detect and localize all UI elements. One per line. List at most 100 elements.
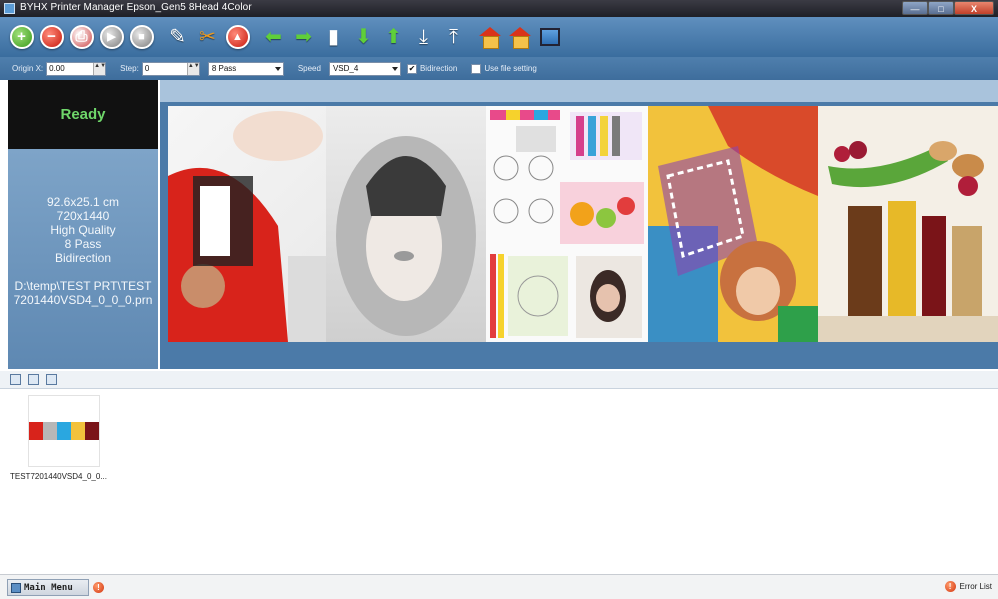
spin-arrows-icon[interactable]: ▲▼ <box>93 62 106 75</box>
monitor-button[interactable] <box>536 24 563 51</box>
chevron-down-icon <box>391 66 398 71</box>
preview-panel-woman-colorful <box>648 106 818 342</box>
printer-manager-window: { "window": { "title": "BYHX Printer Man… <box>0 0 998 599</box>
monitor-icon <box>539 28 560 46</box>
file-list-toolbar <box>0 371 998 389</box>
close-button[interactable]: X <box>954 1 994 15</box>
pass-select[interactable]: 8 Pass <box>207 61 284 76</box>
move-up-button[interactable]: ⬆ <box>380 24 407 51</box>
preview-art-2 <box>336 136 476 336</box>
use-file-setting-checkbox[interactable] <box>471 63 482 74</box>
thumbnail-image <box>29 422 99 440</box>
arrow-right-icon: ➡ <box>295 26 312 48</box>
job-resolution: 720x1440 <box>56 209 110 223</box>
clean-button[interactable]: ✎ <box>164 24 191 51</box>
file-thumbnail-label[interactable]: TEST7201440VSD4_0_0... <box>10 472 107 481</box>
wrench-icon: ✂ <box>199 26 216 48</box>
spin-arrows-icon[interactable]: ▲▼ <box>186 62 200 75</box>
stop-circle-icon: ■ <box>129 25 154 49</box>
preview-art-1 <box>168 111 326 342</box>
minimize-button[interactable]: — <box>902 1 928 15</box>
chevron-down-icon <box>274 66 281 71</box>
speed-label: Speed <box>297 64 321 73</box>
app-icon <box>4 3 15 14</box>
move-left-button[interactable]: ⬅ <box>260 24 287 51</box>
home-x-button[interactable] <box>476 24 503 51</box>
arrow-up-icon: ⬆ <box>385 26 402 48</box>
feed-down-button[interactable]: ⤓ <box>410 24 437 51</box>
abort-icon: ▲ <box>225 25 250 49</box>
main-toolbar: + − ⎙ ▶ ■ ✎ ✂ ▲ ⬅ ➡ ▮ ⬇ ⬆ ⤓ ⤒ <box>0 17 998 57</box>
pass-value: 8 Pass <box>211 64 237 73</box>
job-info-panel: 92.6x25.1 cm 720x1440 High Quality 8 Pas… <box>8 149 158 369</box>
large-icons-view-icon[interactable] <box>10 374 21 385</box>
job-file-path: D:\temp\TEST PRT\TEST7201440VSD4_0_0_0.p… <box>13 279 153 307</box>
error-icon: ! <box>944 581 956 592</box>
preview-panel-vegetables <box>818 106 998 342</box>
clean-icon: ✎ <box>169 26 186 48</box>
use-file-setting-label: Use file setting <box>484 64 537 73</box>
feed-up-icon: ⤒ <box>449 26 458 48</box>
main-menu-icon <box>11 582 21 593</box>
printer-status-text: Ready <box>60 106 106 123</box>
speed-value: VSD_4 <box>332 64 359 73</box>
bidirection-label: Bidirection <box>419 64 458 73</box>
printer-icon: ⎙ <box>69 25 94 49</box>
remove-button[interactable]: − <box>38 24 65 51</box>
origin-x-value: 0.00 <box>49 64 65 73</box>
error-indicator-icon[interactable]: ! <box>93 582 104 593</box>
preview-panel-woman-fur <box>326 106 486 342</box>
window-title: BYHX Printer Manager Epson_Gen5 8Head 4C… <box>20 2 252 13</box>
abort-button[interactable]: ▲ <box>224 24 251 51</box>
error-list-button[interactable]: ! Error List <box>944 581 992 592</box>
move-down-button[interactable]: ⬇ <box>350 24 377 51</box>
bidirection-checkbox[interactable]: ✔ <box>406 63 417 74</box>
preview-art-3 <box>490 110 644 338</box>
printer-status-box: Ready <box>8 80 158 149</box>
title-bar: BYHX Printer Manager Epson_Gen5 8Head 4C… <box>0 0 998 17</box>
preview-panel-test-chart <box>486 106 648 342</box>
speed-select[interactable]: VSD_4 <box>328 61 401 76</box>
arrow-left-icon: ⬅ <box>265 26 282 48</box>
home-icon <box>478 27 501 49</box>
print-button[interactable]: ⎙ <box>68 24 95 51</box>
tools-button[interactable]: ✂ <box>194 24 221 51</box>
plus-circle-icon: + <box>9 25 34 49</box>
maximize-button[interactable]: □ <box>928 1 954 15</box>
small-icons-view-icon[interactable] <box>28 374 39 385</box>
job-pass: 8 Pass <box>64 237 102 251</box>
main-menu-button[interactable]: Main Menu <box>7 579 89 596</box>
feed-up-button[interactable]: ⤒ <box>440 24 467 51</box>
window-controls: — □ X <box>902 1 994 16</box>
preview-art-5 <box>818 106 998 342</box>
feed-down-icon: ⤓ <box>419 26 428 48</box>
print-preview-image[interactable] <box>168 106 998 342</box>
stop-button[interactable]: ■ <box>128 24 155 51</box>
home-y-button[interactable] <box>506 24 533 51</box>
move-right-button[interactable]: ➡ <box>290 24 317 51</box>
print-options-bar: Origin X: 0.00 ▲▼ Step: 0 ▲▼ 8 Pass Spee… <box>0 57 998 80</box>
minus-circle-icon: − <box>39 25 64 49</box>
file-thumbnail[interactable] <box>28 395 100 467</box>
main-menu-label: Main Menu <box>24 582 73 593</box>
status-bar: Main Menu ! ! Error List <box>0 574 998 599</box>
play-button[interactable]: ▶ <box>98 24 125 51</box>
media-button[interactable]: ▮ <box>320 24 347 51</box>
play-circle-icon: ▶ <box>99 25 124 49</box>
details-view-icon[interactable] <box>46 374 57 385</box>
origin-x-spinner[interactable]: 0.00 ▲▼ <box>46 61 107 76</box>
preview-panel-woman-red <box>168 106 326 342</box>
home-icon <box>508 27 531 49</box>
arrow-down-icon: ⬇ <box>355 26 372 48</box>
preview-ruler <box>160 80 998 102</box>
job-quality: High Quality <box>50 223 116 237</box>
error-list-label: Error List <box>959 582 992 591</box>
job-direction: Bidirection <box>54 251 112 265</box>
job-size: 92.6x25.1 cm <box>46 195 120 209</box>
step-value: 0 <box>144 64 150 73</box>
step-spinner[interactable]: 0 ▲▼ <box>141 61 200 76</box>
add-button[interactable]: + <box>8 24 35 51</box>
origin-x-label: Origin X: <box>12 64 44 73</box>
step-label: Step: <box>120 64 139 73</box>
preview-art-4 <box>648 106 818 342</box>
